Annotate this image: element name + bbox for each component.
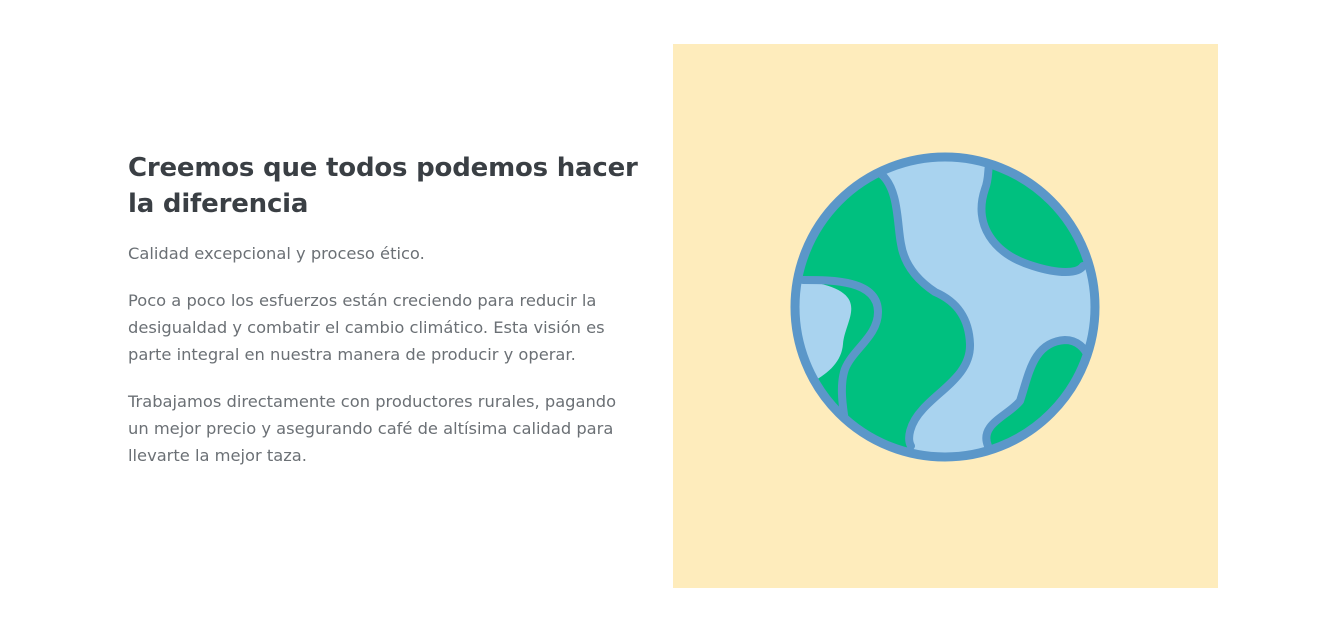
globe-icon (790, 152, 1100, 462)
mission-paragraph-vision: Poco a poco los esfuerzos están creciend… (128, 291, 605, 364)
mission-tagline: Calidad excepcional y proceso ético. (128, 244, 425, 263)
mission-title: Creemos que todos podemos hacer la difer… (128, 153, 638, 219)
mission-paragraph-producers: Trabajamos directamente con productores … (128, 392, 617, 465)
mission-text-column: Creemos que todos podemos hacer la difer… (128, 150, 638, 489)
illustration-panel (673, 44, 1218, 588)
mission-section: Creemos que todos podemos hacer la difer… (0, 0, 1343, 624)
